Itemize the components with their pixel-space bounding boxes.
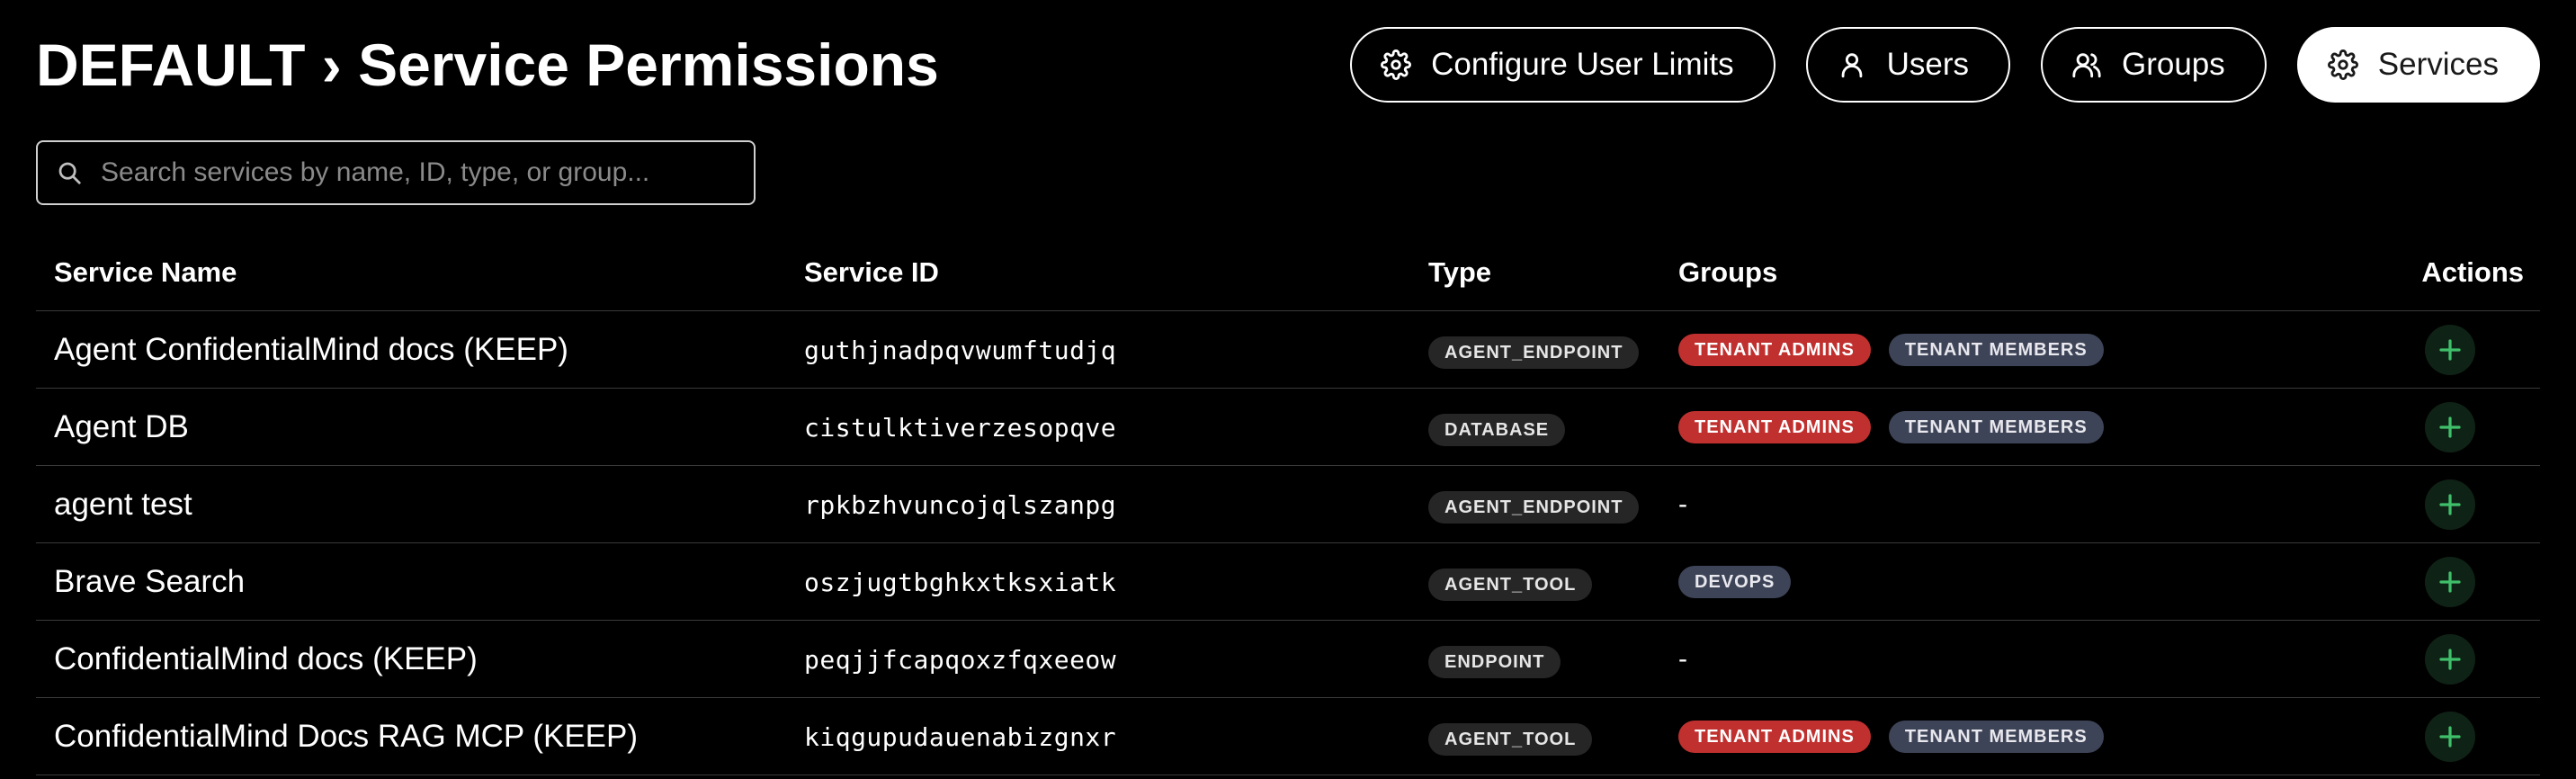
service-id: guthjnadpqvwumftudjq: [804, 335, 1117, 365]
plus-icon: [2439, 416, 2461, 438]
plus-icon: [2439, 571, 2461, 593]
configure-user-limits-label: Configure User Limits: [1431, 47, 1734, 82]
groups-cell: DEVOPS: [1678, 543, 1792, 621]
column-header-groups[interactable]: Groups: [1678, 234, 1777, 311]
service-name: Brave Search: [54, 564, 246, 599]
service-name: Agent ConfidentialMind docs (KEEP): [54, 332, 568, 367]
service-id: kiqgupudauenabizgnxr: [804, 721, 1117, 752]
service-type-cell: AGENT_ENDPOINT: [1428, 466, 1640, 543]
table-row[interactable]: ConfidentialMind docs (KEEP) peqjjfcapqox…: [36, 621, 2540, 698]
table-row[interactable]: Agent DB cistulktiverzesopqve DATABASE TENA…: [36, 389, 2540, 466]
actions-cell: [2425, 621, 2475, 698]
type-badge: ENDPOINT: [1428, 646, 1561, 678]
column-header-service-name[interactable]: Service Name: [54, 234, 237, 311]
service-id: peqjjfcapqoxzfqxeeow: [804, 644, 1117, 675]
group-badge: TENANT MEMBERS: [1888, 334, 2104, 366]
service-type-cell: AGENT_TOOL: [1428, 543, 1593, 621]
groups-cell: TENANT ADMINS TENANT MEMBERS: [1678, 389, 2104, 466]
plus-icon: [2439, 339, 2461, 361]
add-permission-button[interactable]: [2425, 325, 2475, 375]
add-permission-button[interactable]: [2425, 557, 2475, 607]
group-badge: TENANT ADMINS: [1678, 411, 1871, 443]
service-type-cell: AGENT_TOOL: [1428, 698, 1593, 775]
service-type-cell: AGENT_ENDPOINT: [1428, 311, 1640, 389]
add-permission-button[interactable]: [2425, 479, 2475, 530]
search-box: [36, 140, 756, 205]
service-name: Agent DB: [54, 409, 189, 444]
service-type-cell: ENDPOINT: [1428, 621, 1561, 698]
services-label: Services: [2377, 47, 2499, 82]
gear-icon: [2327, 49, 2358, 80]
plus-icon: [2439, 726, 2461, 748]
add-permission-button[interactable]: [2425, 634, 2475, 685]
service-type-cell: DATABASE: [1428, 389, 1566, 466]
services-table: Service Name Service ID Type Groups Acti…: [36, 234, 2540, 775]
page-title: DEFAULT › Service Permissions: [36, 31, 939, 98]
actions-cell: [2425, 543, 2475, 621]
service-id: cistulktiverzesopqve: [804, 412, 1117, 443]
groups-cell: -: [1678, 466, 1687, 543]
service-id: rpkbzhvuncojqlszanpg: [804, 489, 1117, 520]
group-badge: TENANT ADMINS: [1678, 721, 1871, 753]
table-row[interactable]: agent test rpkbzhvuncojqlszanpg AGENT_ENDP…: [36, 466, 2540, 543]
table-row[interactable]: Agent ConfidentialMind docs (KEEP) guthjn…: [36, 311, 2540, 389]
groups-cell: TENANT ADMINS TENANT MEMBERS: [1678, 311, 2104, 389]
service-permissions-page: DEFAULT › Service Permissions Configure …: [0, 0, 2576, 779]
gear-icon: [1381, 49, 1412, 80]
table-body: Agent ConfidentialMind docs (KEEP) guthjn…: [36, 311, 2540, 775]
configure-user-limits-button[interactable]: Configure User Limits: [1350, 27, 1775, 103]
groups-button[interactable]: Groups: [2041, 27, 2267, 103]
actions-cell: [2425, 389, 2475, 466]
plus-icon: [2439, 494, 2461, 515]
table-row[interactable]: ConfidentialMind Docs RAG MCP (KEEP) kiqg…: [36, 698, 2540, 775]
no-groups-text: -: [1678, 644, 1687, 674]
column-header-actions: Actions: [2421, 256, 2524, 288]
groups-cell: -: [1678, 621, 1687, 698]
type-badge: AGENT_ENDPOINT: [1428, 491, 1640, 524]
users-label: Users: [1886, 47, 1969, 82]
group-badge: DEVOPS: [1678, 566, 1792, 598]
column-header-type[interactable]: Type: [1428, 234, 1491, 311]
type-badge: AGENT_TOOL: [1428, 569, 1593, 601]
group-badge: TENANT MEMBERS: [1888, 411, 2104, 443]
group-badge: TENANT MEMBERS: [1888, 721, 2104, 753]
type-badge: AGENT_TOOL: [1428, 723, 1593, 756]
services-button[interactable]: Services: [2296, 27, 2540, 103]
groups-label: Groups: [2122, 47, 2225, 82]
users-button[interactable]: Users: [1805, 27, 2010, 103]
search-icon: [58, 162, 81, 184]
type-badge: AGENT_ENDPOINT: [1428, 336, 1640, 369]
users-icon: [2072, 53, 2101, 78]
table-row[interactable]: Brave Search oszjugtbghkxtksxiatk AGENT_TO…: [36, 543, 2540, 621]
add-permission-button[interactable]: [2425, 402, 2475, 452]
column-header-service-id[interactable]: Service ID: [804, 234, 939, 311]
service-name: agent test: [54, 487, 192, 522]
actions-cell: [2425, 466, 2475, 543]
service-name: ConfidentialMind docs (KEEP): [54, 641, 478, 676]
add-permission-button[interactable]: [2425, 712, 2475, 762]
type-badge: DATABASE: [1428, 414, 1566, 446]
top-nav: Configure User Limits Users Groups Servi…: [1350, 27, 2540, 103]
table-header: Service Name Service ID Type Groups Acti…: [36, 234, 2540, 311]
service-id: oszjugtbghkxtksxiatk: [804, 567, 1117, 597]
user-icon: [1841, 53, 1862, 78]
actions-cell: [2425, 698, 2475, 775]
service-name: ConfidentialMind Docs RAG MCP (KEEP): [54, 719, 639, 754]
plus-icon: [2439, 649, 2461, 670]
group-badge: TENANT ADMINS: [1678, 334, 1871, 366]
search-input[interactable]: [101, 157, 748, 188]
actions-cell: [2425, 311, 2475, 389]
no-groups-text: -: [1678, 489, 1687, 519]
groups-cell: TENANT ADMINS TENANT MEMBERS: [1678, 698, 2104, 775]
